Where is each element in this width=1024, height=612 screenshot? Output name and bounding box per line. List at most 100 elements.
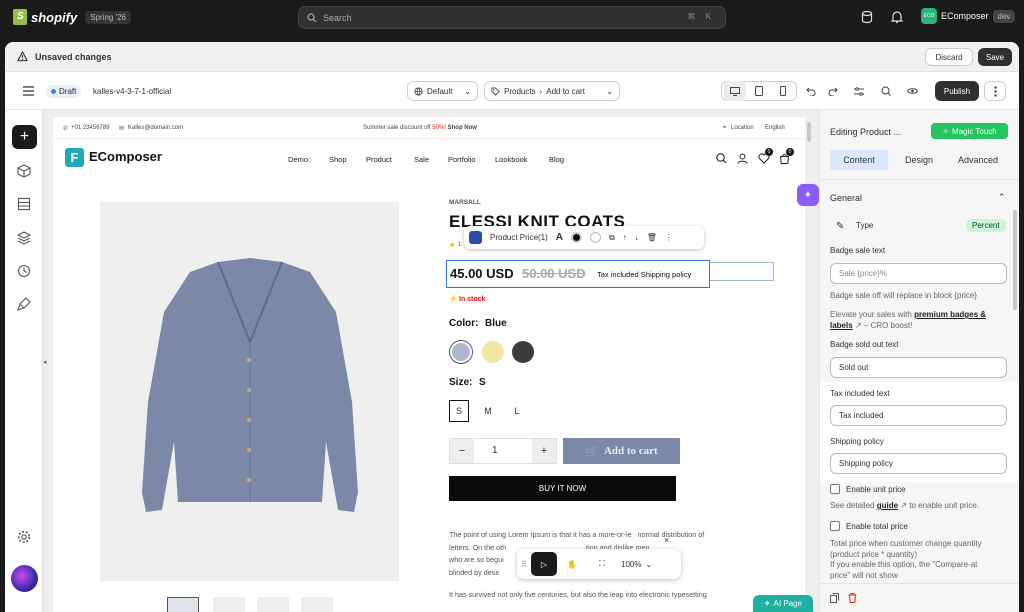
qty-plus-button[interactable]: + <box>532 439 556 463</box>
size-option-l[interactable]: L <box>507 400 527 422</box>
collapse-sidebar-icon[interactable]: ◂ <box>43 358 47 366</box>
shopify-logo[interactable]: shopify Spring '26 <box>13 9 132 25</box>
components-icon[interactable] <box>17 164 31 178</box>
enable-unit-price-row[interactable]: Enable unit price <box>830 484 906 494</box>
save-button[interactable]: Save <box>978 48 1012 66</box>
unit-price-help: See detailed guide ↗ to enable unit pric… <box>830 501 980 510</box>
hand-tool-icon[interactable]: ✋ <box>557 560 587 569</box>
text-style-icon[interactable]: A <box>556 232 563 243</box>
tab-design[interactable]: Design <box>897 150 941 170</box>
nav-demo[interactable]: Demo <box>288 155 308 164</box>
size-option-s[interactable]: S <box>449 400 469 422</box>
mobile-view-button[interactable] <box>772 81 794 101</box>
tab-advanced[interactable]: Advanced <box>950 150 1006 170</box>
size-option-m[interactable]: M <box>478 400 498 422</box>
drag-handle-icon[interactable]: ⠿ <box>517 560 531 569</box>
section-general[interactable]: General <box>830 193 862 203</box>
settings-sliders-button[interactable] <box>848 81 870 101</box>
divider <box>820 583 1019 584</box>
type-value-badge[interactable]: Percent <box>966 219 1006 232</box>
publish-button[interactable]: Publish <box>935 81 979 101</box>
nav-portfolio[interactable]: Portfolio <box>448 155 476 164</box>
locale-select[interactable]: English <box>765 125 785 131</box>
more-vertical-icon[interactable]: ⋮ <box>665 233 673 242</box>
thumbnail-1[interactable] <box>167 597 199 612</box>
magic-touch-button[interactable]: ✧ Magic Touch <box>931 123 1008 139</box>
language-select[interactable]: Default ⌄ <box>407 81 478 101</box>
thumbnail-3[interactable] <box>257 597 289 612</box>
nav-shop[interactable]: Shop <box>329 155 347 164</box>
add-to-cart-button[interactable]: 🛒 Add to cart <box>563 438 680 464</box>
nav-sale[interactable]: Sale <box>414 155 429 164</box>
canvas-scrollbar[interactable] <box>807 122 811 142</box>
tab-content[interactable]: Content <box>830 150 888 170</box>
text-color-swatch[interactable] <box>571 232 583 243</box>
ai-assistant-avatar[interactable] <box>11 565 38 592</box>
product-price-block[interactable]: 45.00 USD 50.00 USD Tax included Shippin… <box>446 260 710 288</box>
color-swatch-yellow[interactable] <box>482 341 504 363</box>
qty-input[interactable]: 1 <box>492 445 498 456</box>
redo-button[interactable] <box>822 81 844 101</box>
layers-icon[interactable] <box>17 231 31 245</box>
enable-total-price-row[interactable]: Enable total price <box>830 521 908 531</box>
desktop-view-button[interactable] <box>724 81 746 101</box>
product-main-image[interactable] <box>100 202 399 581</box>
chevron-up-icon[interactable]: ⌃ <box>998 192 1006 203</box>
store-switcher[interactable]: ECO EComposer dev <box>921 8 1016 24</box>
move-down-icon[interactable]: ↓ <box>635 233 639 242</box>
buy-now-button[interactable]: BUY IT NOW <box>449 476 676 501</box>
nav-lookbook[interactable]: Lookbook <box>495 155 528 164</box>
color-swatch-black[interactable] <box>512 341 534 363</box>
trash-icon[interactable] <box>848 593 857 603</box>
more-options-button[interactable] <box>984 81 1006 101</box>
user-icon[interactable] <box>737 153 748 164</box>
color-swatch-blue[interactable] <box>450 341 472 363</box>
tax-shipping-text: Tax included Shipping policy <box>597 270 692 279</box>
gear-icon[interactable] <box>17 530 31 544</box>
select-tool-button[interactable]: ▷ <box>531 552 557 576</box>
add-element-button[interactable]: + <box>12 125 37 149</box>
nav-blog[interactable]: Blog <box>549 155 564 164</box>
inspect-button[interactable] <box>875 81 897 101</box>
discard-button[interactable]: Discard <box>925 48 973 66</box>
fit-screen-icon[interactable]: ⛶ <box>587 559 617 569</box>
total-price-checkbox[interactable] <box>830 521 840 531</box>
move-up-icon[interactable]: ↑ <box>623 233 627 242</box>
trash-icon[interactable]: 🗑 <box>647 233 657 242</box>
badge-sale-input[interactable]: Sale {price}% <box>830 263 1007 284</box>
background-color-swatch[interactable] <box>590 232 602 243</box>
store-logo-text[interactable]: EComposer <box>89 149 162 164</box>
template-breadcrumb[interactable]: Products › Add to cart ⌄ <box>484 81 620 101</box>
tablet-view-button[interactable] <box>748 81 770 101</box>
search-icon[interactable] <box>716 153 727 164</box>
ai-page-button[interactable]: ✦ AI Page <box>753 595 813 612</box>
thumbnail-4[interactable] <box>301 597 333 612</box>
lightning-icon: ⚡ <box>449 296 458 303</box>
qty-minus-button[interactable]: − <box>450 439 474 463</box>
menu-icon[interactable] <box>23 86 34 96</box>
ai-sparkle-button[interactable]: ✦ <box>797 184 819 206</box>
duplicate-icon[interactable]: ⧉ <box>609 233 615 243</box>
brush-icon[interactable] <box>17 297 31 311</box>
search-input[interactable]: Search ⌘ K <box>298 6 726 29</box>
panel-scrollbar[interactable] <box>1013 210 1017 310</box>
layout-icon[interactable] <box>17 197 31 211</box>
nav-product[interactable]: Product <box>366 155 392 164</box>
bell-icon[interactable] <box>890 10 904 24</box>
history-icon[interactable] <box>17 264 31 278</box>
undo-button[interactable] <box>800 81 822 101</box>
tax-included-input[interactable]: Tax included <box>830 405 1007 426</box>
location-link[interactable]: Location <box>731 125 754 131</box>
element-label[interactable]: Product Price(1) <box>490 233 548 242</box>
shipping-policy-input[interactable]: Shipping policy <box>830 453 1007 474</box>
thumbnail-2[interactable] <box>213 597 245 612</box>
sold-out-input[interactable]: Sold out <box>830 357 1007 378</box>
guide-link[interactable]: guide <box>877 501 898 510</box>
shop-now-link[interactable]: Shop Now <box>448 125 477 131</box>
database-icon[interactable] <box>860 10 874 24</box>
copy-icon[interactable] <box>830 593 839 603</box>
close-toolbar-icon[interactable]: × <box>664 535 669 545</box>
preview-button[interactable] <box>901 81 923 101</box>
unit-price-checkbox[interactable] <box>830 484 840 494</box>
zoom-select[interactable]: 100% <box>621 560 641 569</box>
